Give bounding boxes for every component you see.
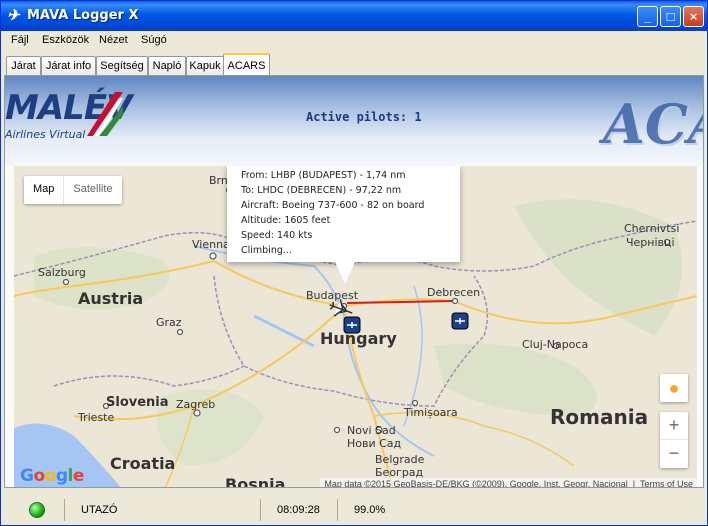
map-label-slovenia: Slovenia [106, 395, 169, 410]
map-type-satellite-button[interactable]: Satellite [63, 176, 121, 204]
info-altitude: Altitude: 1605 feet [241, 215, 331, 226]
tab-help[interactable]: Segítség [96, 56, 148, 76]
map-label-cluj: Cluj-Napoca [522, 338, 588, 351]
acars-banner: MALÉV Airlines Virtual Active pilots: 1 … [5, 76, 703, 166]
airport-marker-budapest[interactable] [343, 316, 361, 334]
map-type-control: Map Satellite [24, 176, 122, 204]
title-bar[interactable]: ✈ MAVA Logger X _ □ × [1, 1, 707, 31]
info-speed: Speed: 140 kts [241, 230, 313, 241]
map-label-debrecen: Debrecen [427, 286, 480, 299]
google-logo: Google [20, 466, 84, 486]
connection-status-icon [29, 502, 45, 518]
minimize-button[interactable]: _ [637, 6, 658, 27]
menu-view[interactable]: Nézet [99, 34, 128, 46]
tab-log[interactable]: Napló [148, 56, 186, 76]
info-from: From: LHBP (BUDAPEST) - 1,74 nm [241, 170, 406, 181]
app-window: ✈ MAVA Logger X _ □ × Fájl Eszközök Néze… [0, 0, 708, 526]
map-type-map-button[interactable]: Map [24, 176, 63, 204]
logo-subtitle: Airlines Virtual [5, 128, 86, 141]
close-button[interactable]: × [683, 6, 704, 27]
info-status: Climbing... [241, 245, 292, 256]
attribution-text: Map data ©2015 GeoBasis-DE/BKG (©2009), … [324, 479, 628, 488]
status-percent: 99.0% [337, 499, 407, 521]
map-label-vienna: Vienna [192, 238, 230, 251]
status-bar: UTAZÓ 08:09:28 99.0% [1, 492, 707, 525]
menu-tools[interactable]: Eszközök [42, 34, 89, 46]
map-view[interactable]: Brno Vienna Salzburg Austria Graz Budape… [14, 166, 697, 488]
acars-watermark: ACARS [603, 92, 703, 156]
airport-marker-debrecen[interactable] [451, 312, 469, 330]
terms-link[interactable]: Terms of Use [640, 479, 693, 487]
zoom-in-button[interactable]: + [660, 412, 688, 440]
map-label-novi-sad: Novi Sad [347, 424, 396, 437]
map-label-austria: Austria [78, 289, 143, 308]
map-label-zagreb: Zagreb [176, 398, 215, 411]
window-title: MAVA Logger X [27, 8, 139, 23]
map-label-chernivtsi: Chernivtsi [624, 222, 679, 235]
flag-stripes-logo [87, 92, 123, 136]
map-label-bosnia: Bosnia [225, 475, 285, 488]
map-label-graz: Graz [156, 316, 182, 329]
menu-help[interactable]: Súgó [141, 34, 167, 46]
info-window-pointer [335, 262, 355, 284]
map-label-budapest: Budapest [306, 289, 359, 302]
map-label-croatia: Croatia [110, 454, 175, 473]
acars-panel: MALÉV Airlines Virtual Active pilots: 1 … [4, 75, 704, 488]
tab-acars[interactable]: ACARS [223, 53, 270, 77]
map-label-chernivtsi-ua: Чернівці [626, 236, 675, 249]
zoom-control: + − [660, 412, 688, 468]
menu-file[interactable]: Fájl [11, 34, 29, 46]
map-label-belgrade: Belgrade [375, 453, 425, 466]
tab-strip: Járat Járat info Segítség Napló Kapuk AC… [1, 52, 707, 77]
map-label-salzburg: Salzburg [38, 266, 86, 279]
map-label-romania: Romania [550, 405, 648, 429]
map-attribution: Map data ©2015 GeoBasis-DE/BKG (©2009), … [320, 478, 697, 488]
maximize-button[interactable]: □ [660, 6, 681, 27]
app-icon: ✈ [7, 7, 20, 24]
map-label-trieste: Trieste [77, 411, 114, 424]
info-to: To: LHDC (DEBRECEN) - 97,22 nm [241, 185, 402, 196]
flight-info-window: From: LHBP (BUDAPEST) - 1,74 nm To: LHDC… [227, 166, 460, 284]
flight-phase: UTAZÓ [64, 499, 260, 521]
map-label-timisoara: Timișoara [403, 406, 458, 419]
status-time: 08:09:28 [260, 499, 337, 521]
menu-bar: Fájl Eszközök Nézet Súgó [1, 31, 707, 50]
tab-gates[interactable]: Kapuk [186, 56, 224, 76]
tab-flight[interactable]: Járat [6, 56, 41, 76]
active-pilots-label: Active pilots: 1 [306, 110, 422, 124]
info-aircraft: Aircraft: Boeing 737-600 - 82 on board [241, 200, 425, 211]
zoom-out-button[interactable]: − [660, 440, 688, 468]
tab-flight-info[interactable]: Járat info [41, 56, 96, 76]
pegman-icon[interactable]: ● [660, 374, 688, 402]
map-label-novi-sad-sr: Нови Сад [347, 437, 402, 450]
